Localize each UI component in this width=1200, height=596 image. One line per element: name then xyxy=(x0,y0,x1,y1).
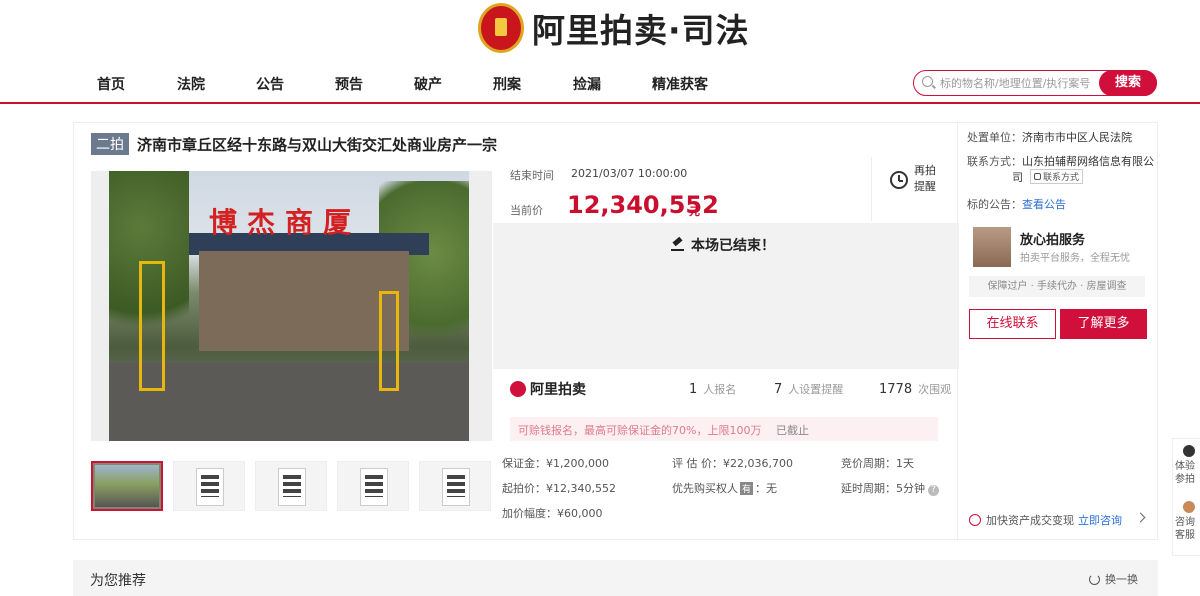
try-bid-button[interactable]: 体验参拍 xyxy=(1175,445,1200,486)
auction-info: 结束时间 2021/03/07 10:00:00 当前价 12,340,552 … xyxy=(493,155,959,541)
service-title: 放心拍服务 xyxy=(1020,233,1086,248)
gavel-icon xyxy=(1183,445,1195,457)
credit-notice-text: 可赊钱报名，最高可赊保证金的70%，上限100万 xyxy=(518,424,762,437)
end-time-label: 结束时间 xyxy=(510,169,554,182)
consult-now-link[interactable]: 立即咨询 xyxy=(1078,512,1122,528)
refresh-button[interactable]: 换一换 xyxy=(1089,571,1138,587)
stat-signup: 1 人报名 xyxy=(689,382,737,397)
site-logo[interactable]: 阿里拍卖·司法 xyxy=(478,0,750,56)
deposit-info: 保证金：¥1,200,000 xyxy=(502,457,609,470)
remind-label: 再拍提醒 xyxy=(914,164,936,193)
court-name: 济南市市中区人民法院 xyxy=(1022,131,1132,144)
thumbnail-4[interactable] xyxy=(337,461,409,511)
customer-service-button[interactable]: 咨询客服 xyxy=(1175,501,1200,542)
chevron-right-icon[interactable] xyxy=(1135,512,1146,523)
search-button[interactable]: 搜索 xyxy=(1099,69,1157,96)
stat-reminders: 7 人设置提醒 xyxy=(774,382,844,397)
side-panel: 处置单位：济南市市中区人民法院 联系方式： 山东拍辅帮网络信息有限公 司 联系方… xyxy=(957,123,1158,541)
search-bar: 搜索 xyxy=(913,69,1157,96)
auction-ended-area: 本场已结束！ xyxy=(493,223,959,369)
credit-notice-status: 已截止 xyxy=(776,424,809,437)
contact-label: 联系方式： xyxy=(967,155,1022,168)
thumbnail-1[interactable] xyxy=(91,461,163,511)
contact-company-line1: 山东拍辅帮网络信息有限公 xyxy=(1022,155,1154,168)
consultant-icon xyxy=(969,514,981,526)
view-notice-link[interactable]: 查看公告 xyxy=(1022,198,1066,211)
priority-info: 优先购买权人有：无 xyxy=(672,482,778,495)
ended-text: 本场已结束！ xyxy=(691,238,775,254)
credit-notice-bar: 可赊钱报名，最高可赊保证金的70%，上限100万 已截止 xyxy=(510,417,938,441)
end-time-value: 2021/03/07 10:00:00 xyxy=(571,167,688,180)
nav-criminal[interactable]: 刑案 xyxy=(493,74,521,94)
consult-row[interactable]: 加快资产成交变现 立即咨询 xyxy=(969,512,1122,528)
photo-sign-text: 博杰商厦 xyxy=(209,206,362,239)
floating-toolbar: 体验参拍 咨询客服 xyxy=(1172,438,1200,556)
ali-auction-icon xyxy=(510,381,526,397)
phone-icon xyxy=(1034,173,1041,180)
bid-cycle-info: 竞价周期：1天 xyxy=(841,457,914,470)
nav-notice[interactable]: 公告 xyxy=(256,74,284,94)
main-photo[interactable]: 博杰商厦 xyxy=(91,171,492,441)
service-building-image xyxy=(973,227,1011,267)
auction-card: 二拍 济南市章丘区经十东路与双山大街交汇处商业房产一宗 博杰商厦 结束时间 20… xyxy=(73,122,1158,541)
appraisal-info: 评 估 价：¥22,036,700 xyxy=(672,457,793,470)
learn-more-button[interactable]: 了解更多 xyxy=(1060,309,1147,339)
online-contact-button[interactable]: 在线联系 xyxy=(969,309,1056,339)
thumbnail-strip xyxy=(91,461,501,511)
delay-cycle-info: 延时周期：5分钟? xyxy=(841,480,939,496)
search-icon xyxy=(922,76,933,87)
refresh-icon xyxy=(1089,573,1100,585)
thumbnail-2[interactable] xyxy=(173,461,245,511)
nav-court[interactable]: 法院 xyxy=(177,74,205,94)
agent-avatar-icon xyxy=(1183,501,1195,513)
nav-bankruptcy[interactable]: 破产 xyxy=(414,74,442,94)
stats-row: 阿里拍卖 1 人报名 7 人设置提醒 1778 次围观 xyxy=(493,369,959,409)
remind-button[interactable]: 再拍提醒 xyxy=(871,157,957,221)
notice-row: 标的公告：查看公告 xyxy=(967,198,1066,211)
contact-company-line2: 司 xyxy=(1012,171,1023,184)
contact-method-button[interactable]: 联系方式 xyxy=(1030,169,1084,184)
search-input[interactable] xyxy=(940,74,1105,92)
nav-preview[interactable]: 预告 xyxy=(335,74,363,94)
property-photo: 博杰商厦 xyxy=(109,171,469,441)
auction-ended-message: 本场已结束！ xyxy=(671,235,775,255)
help-icon[interactable]: ? xyxy=(928,485,939,496)
thumbnail-3[interactable] xyxy=(255,461,327,511)
service-subtitle: 拍卖平台服务，全程无忧 xyxy=(1020,253,1130,264)
lot-title: 济南市章丘区经十东路与双山大街交汇处商业房产一宗 xyxy=(137,135,498,154)
round-tag: 二拍 xyxy=(91,133,129,155)
alarm-clock-icon xyxy=(890,171,908,189)
brand-text: 阿里拍卖 xyxy=(530,382,586,398)
service-tags: 保障过户 · 手续代办 · 房屋调查 xyxy=(969,276,1145,297)
court-emblem-icon xyxy=(478,3,524,53)
ali-auction-logo: 阿里拍卖 xyxy=(510,379,586,399)
main-nav: 首页 法院 公告 预告 破产 刑案 捡漏 精准获客 搜索 xyxy=(0,62,1200,104)
recommend-bar: 为您推荐 换一换 xyxy=(73,560,1158,596)
stat-views: 1778 次围观 xyxy=(879,382,952,397)
court-row: 处置单位：济南市市中区人民法院 xyxy=(967,131,1132,144)
thumbnail-5[interactable] xyxy=(419,461,491,511)
nav-precise[interactable]: 精准获客 xyxy=(652,74,708,94)
lot-title-row: 二拍 济南市章丘区经十东路与双山大街交汇处商业房产一宗 xyxy=(91,133,497,155)
gavel-icon xyxy=(671,238,685,252)
current-price-label: 当前价 xyxy=(510,204,543,217)
nav-home[interactable]: 首页 xyxy=(97,74,125,94)
increment-info: 加价幅度：¥60,000 xyxy=(502,507,603,520)
logo-text: 阿里拍卖·司法 xyxy=(532,11,750,50)
recommend-title: 为您推荐 xyxy=(90,573,146,589)
nav-bargain[interactable]: 捡漏 xyxy=(573,74,601,94)
price-unit: 元 xyxy=(689,205,700,218)
start-price-info: 起拍价：¥12,340,552 xyxy=(502,482,616,495)
